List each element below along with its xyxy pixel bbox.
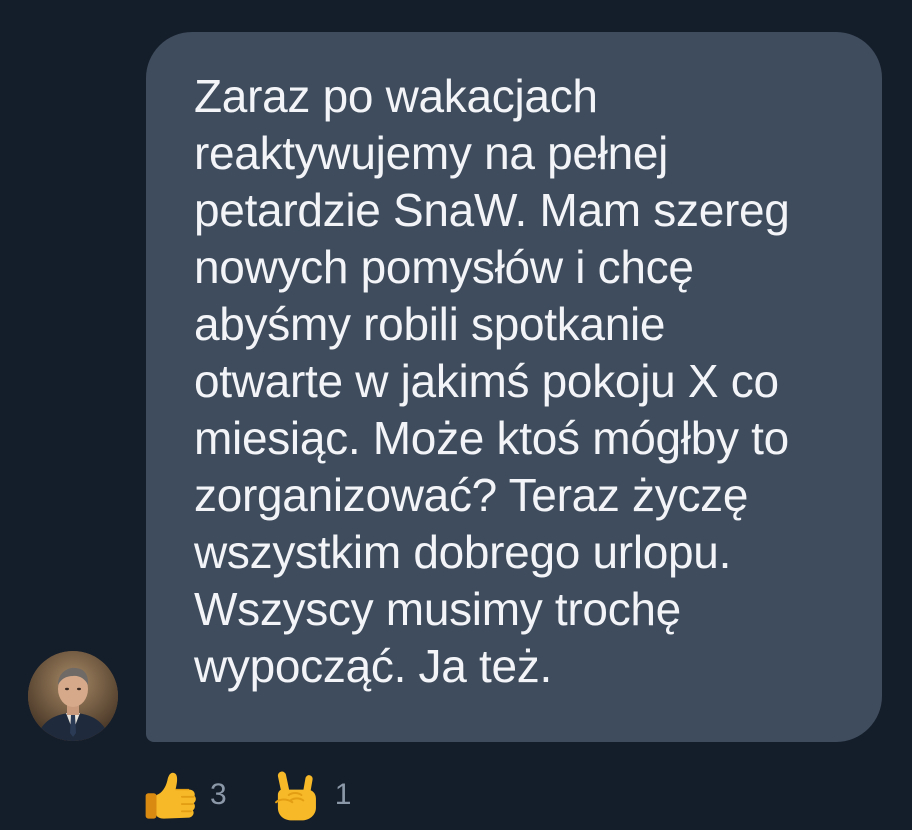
message-line: otwarte w jakimś pokoju X co bbox=[194, 355, 779, 407]
message-line: Wszyscy musimy trochę bbox=[194, 583, 681, 635]
message-line: miesiąc. Może ktoś mógłby to bbox=[194, 412, 789, 464]
reaction-count: 3 bbox=[210, 778, 227, 811]
reaction-count: 1 bbox=[334, 778, 352, 811]
reaction-sign-of-horns[interactable]: 1 bbox=[267, 766, 352, 824]
message-text: Zaraz po wakacjach reaktywujemy na pełne… bbox=[194, 68, 854, 695]
message-line: petardzie SnaW. Mam szereg bbox=[194, 184, 790, 236]
reactions-bar: 3 1 bbox=[142, 762, 391, 828]
message-line: reaktywujemy na pełnej bbox=[194, 127, 669, 179]
sender-avatar[interactable] bbox=[28, 651, 118, 741]
message-line: nowych pomysłów i chcę bbox=[194, 241, 694, 293]
message-line: wypocząć. Ja też. bbox=[194, 640, 552, 692]
thumbs-up-icon bbox=[145, 772, 196, 819]
message-line: Zaraz po wakacjach bbox=[194, 70, 598, 122]
sign-of-horns-icon bbox=[274, 771, 316, 821]
message-line: abyśmy robili spotkanie bbox=[194, 298, 666, 350]
message-row: Zaraz po wakacjach reaktywujemy na pełne… bbox=[0, 0, 912, 830]
message-line: zorganizować? Teraz życzę bbox=[194, 469, 749, 521]
person-avatar-icon bbox=[28, 651, 118, 741]
reaction-thumbs-up[interactable]: 3 bbox=[142, 766, 227, 824]
message-line: wszystkim dobrego urlopu. bbox=[194, 526, 732, 578]
message-bubble[interactable]: Zaraz po wakacjach reaktywujemy na pełne… bbox=[146, 32, 882, 742]
